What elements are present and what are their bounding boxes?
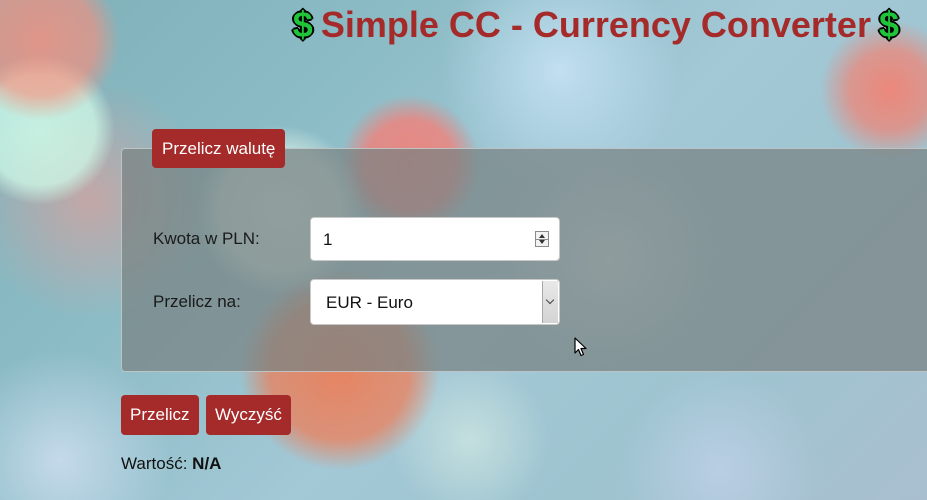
chevron-down-icon [545,295,555,305]
dollar-icon: $ [878,4,899,45]
result-value: N/A [192,454,222,473]
result-label: Wartość: [121,454,188,473]
dollar-icon: $ [292,4,313,45]
panel-legend: Przelicz walutę [152,129,286,168]
target-currency-label: Przelicz na: [153,292,241,311]
target-currency-select[interactable]: EUR - Euro [310,279,560,325]
amount-input-value: 1 [323,230,333,249]
page-title: $ Simple CC - Currency Converter $ [293,4,899,46]
page-title-text: Simple CC - Currency Converter [320,4,871,45]
spinner-up-icon[interactable] [539,234,545,238]
spinner-down-icon[interactable] [539,240,545,244]
convert-button[interactable]: Przelicz [121,395,199,435]
result-row: Wartość: N/A [121,454,221,474]
select-dropdown-button[interactable] [542,281,558,323]
amount-input[interactable]: 1 [310,217,560,261]
mouse-cursor-icon [574,337,587,357]
clear-button[interactable]: Wyczyść [206,395,291,435]
target-currency-value: EUR - Euro [326,293,413,312]
amount-label: Kwota w PLN: [153,229,260,248]
number-spinner[interactable] [535,231,549,247]
